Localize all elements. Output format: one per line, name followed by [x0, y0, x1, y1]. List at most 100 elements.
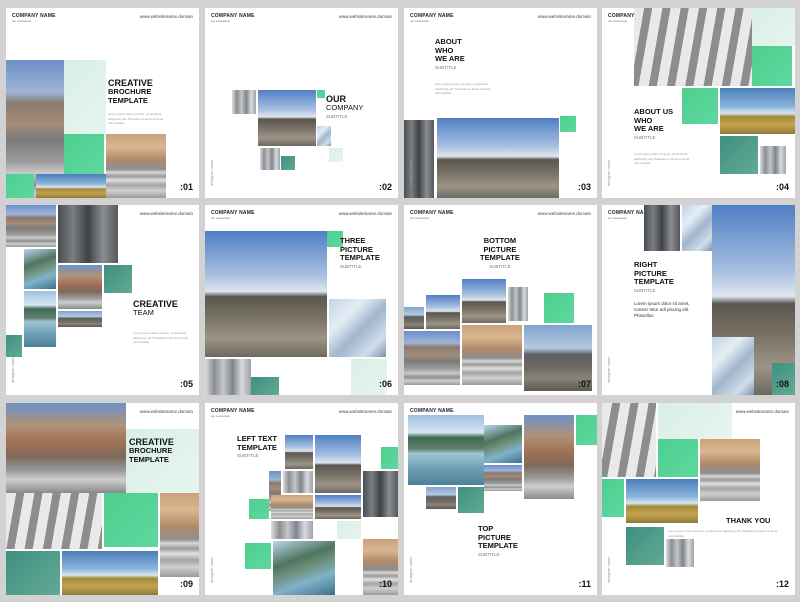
photo-church: [258, 90, 316, 146]
page-number: :01: [179, 182, 193, 192]
photo-fjord: [273, 541, 335, 595]
photo-church: [315, 435, 361, 493]
accent-square: [6, 551, 60, 595]
page-number: :03: [577, 182, 591, 192]
page-title: ABOUT WHO WE ARE SUBTITLE: [435, 37, 465, 70]
page-07: COMPANY NAME ●● ●●●●●●● www.websitename.d…: [404, 205, 597, 395]
brochure-pages-grid: COMPANY NAME ●● ●●●●●●● www.websitename.d…: [0, 0, 800, 602]
photo-street: [6, 205, 56, 247]
page-11: COMPANY NAME●● ●●●●●●● TOPPICTURETEMPLAT…: [404, 403, 597, 595]
photo-church: [205, 231, 327, 357]
page-08: COMPANY NAME ●● ●●●●●●● RIGHT PICTURE TEMPL…: [602, 205, 795, 395]
page-10: COMPANY NAME ●● ●●●●●●● www.websitename.d…: [205, 403, 398, 595]
page-title: RIGHT PICTURE TEMPLATE SUBTITLE: [634, 260, 674, 293]
page-number: :10: [378, 579, 392, 589]
page-number: :12: [775, 579, 789, 589]
website: www.websitename.domain: [338, 211, 392, 216]
accent-square: [281, 156, 295, 170]
photo-building: [363, 471, 398, 517]
page-number: :04: [775, 182, 789, 192]
accent-square: [720, 136, 758, 174]
page-number: :07: [577, 379, 591, 389]
page-number: :02: [378, 182, 392, 192]
page-05: COMPANY NAME●● ●●●●●●● www.websitename.d…: [6, 205, 199, 395]
photo-field: [62, 551, 158, 595]
accent-square: [245, 543, 271, 569]
page-number: :09: [179, 579, 193, 589]
accent-square: [658, 439, 698, 477]
photo-street: [524, 415, 574, 499]
photo-field: [626, 479, 698, 523]
photo-building: [712, 337, 754, 395]
photo-crosswalk: [602, 403, 656, 477]
photo-street: [404, 331, 460, 385]
website: www.websitename.domain: [139, 211, 193, 216]
photo-church: [462, 279, 506, 323]
company-name: COMPANY NAME●● ●●●●●●●: [211, 210, 255, 220]
page-09: COMPANY NAME●● ●●●●●●● www.websitename.d…: [6, 403, 199, 595]
page-number: :05: [179, 379, 193, 389]
website: www.websitename.domain: [139, 14, 193, 19]
photo-street: [58, 311, 102, 327]
photo-street: [462, 325, 522, 385]
photo-building: [232, 90, 256, 114]
accent-square: [381, 447, 398, 469]
photo-street: [404, 307, 424, 329]
photo-church: [437, 118, 559, 198]
company-name: COMPANY NAME●● ●●●●●●●: [410, 13, 454, 23]
photo-fjord: [484, 425, 522, 463]
photo-building: [205, 359, 251, 395]
accent-square: [682, 88, 718, 124]
company-name: COMPANY NAME●● ●●●●●●●: [12, 13, 56, 23]
accent-square: [560, 116, 576, 132]
page-title: CREATIVE BROCHURE TEMPLATE: [108, 78, 153, 105]
accent-square: [752, 8, 795, 46]
accent-square: [104, 265, 132, 293]
accent-square: [658, 403, 732, 439]
accent-square: [752, 46, 792, 86]
accent-square: [251, 377, 279, 395]
body-text: Lorem ipsum dolor sit amet, consectetur …: [634, 152, 690, 165]
website: www.websitename.domain: [338, 409, 392, 414]
page-title: THREE PICTURE TEMPLATE SUBTITLE: [340, 236, 380, 269]
accent-square: [337, 521, 361, 539]
page-title: CREATIVE BROCHURE TEMPLATE: [129, 437, 174, 464]
page-12: www.websitename.domain THANK YOU Lorem i…: [602, 403, 795, 595]
page-title: ABOUT US WHO WE ARE SUBTITLE: [634, 107, 674, 140]
page-title: BOTTOM PICTURE TEMPLATE SUBTITLE: [480, 236, 520, 269]
photo-building: [508, 287, 528, 321]
photo-beach: [36, 174, 106, 198]
photo-building: [260, 148, 280, 170]
photo-street: [484, 465, 522, 491]
accent-square: [602, 479, 624, 517]
photo-street: [106, 134, 166, 198]
website: www.websitename.domain: [537, 14, 591, 19]
photo-street: [6, 403, 126, 493]
company-name: COMPANY NAME●● ●●●●●●●: [211, 408, 255, 418]
photo-building: [644, 205, 680, 251]
photo-church: [426, 295, 460, 329]
photo-building: [271, 521, 313, 539]
page-04: COMPANY NAME●● ●●●●●●● www.websitename.d…: [602, 8, 795, 198]
photo-church: [315, 495, 361, 519]
body-text: Lorem ipsum dolor sit amet, consectetur …: [108, 112, 164, 125]
page-title: CREATIVE TEAM: [133, 299, 178, 318]
designer-label: designer name: [606, 159, 611, 186]
page-02: COMPANY NAME ●● ●●●●●●● www.websitename.d…: [205, 8, 398, 198]
company-name: COMPANY NAME●● ●●●●●●●: [211, 13, 255, 23]
accent-square: [64, 60, 106, 140]
accent-square: [64, 134, 104, 174]
photo-street: [271, 495, 313, 519]
photo-field: [720, 88, 795, 134]
photo-building: [317, 126, 331, 146]
designer-label: designer name: [408, 159, 413, 186]
accent-square: [544, 293, 574, 323]
page-number: :08: [775, 379, 789, 389]
photo-street: [700, 439, 760, 501]
accent-square: [626, 527, 664, 565]
website: www.websitename.domain: [735, 409, 789, 414]
accent-square: [249, 499, 269, 519]
photo-building: [760, 146, 786, 174]
page-title: LEFT TEXT TEMPLATE SUBTITLE: [237, 434, 277, 459]
website: www.websitename.domain: [338, 14, 392, 19]
